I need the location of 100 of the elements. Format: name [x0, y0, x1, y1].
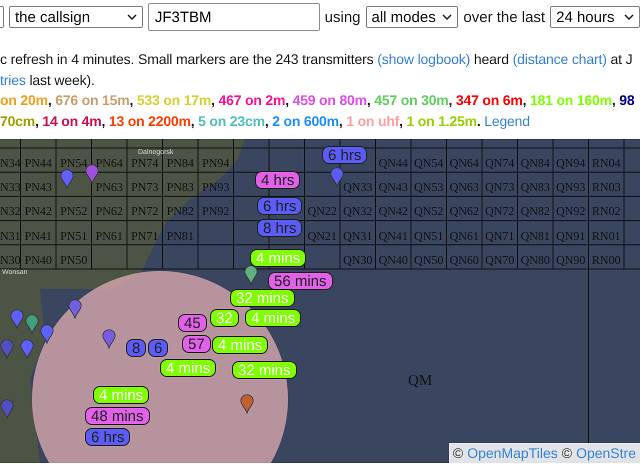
- grid-square-label: QN80: [520, 254, 550, 266]
- using-label: using: [324, 8, 360, 26]
- grid-square-label: QN61: [450, 230, 479, 242]
- grid-square-label: PN51: [60, 230, 88, 242]
- time-bubble[interactable]: 8 hrs: [257, 218, 302, 237]
- grid-square-label: PN43: [24, 181, 52, 194]
- grid-square-label: QN81: [520, 230, 550, 242]
- time-bubble[interactable]: 6 hrs: [257, 196, 302, 215]
- grid-square-label: QN53: [414, 181, 444, 194]
- grid-square-label: N33: [0, 181, 21, 194]
- grid-square-label: PN84: [166, 157, 194, 169]
- grid-square-label: N34: [0, 157, 21, 169]
- copyright-text: ©: [452, 444, 464, 461]
- grid-square-label: RN02: [592, 205, 621, 218]
- grid-square-label: PN94: [202, 157, 230, 169]
- grid-square-label: QN50: [414, 254, 444, 266]
- grid-square-label: QN71: [485, 230, 514, 242]
- grid-square-label: QN22: [308, 205, 337, 218]
- map-pin-icon[interactable]: [20, 338, 34, 359]
- info-text: c refresh in 4 minutes. Small markers are the 243 transmitters (show logbook) heard (distance chart) at J: [0, 50, 634, 69]
- grid-square-label: PN71: [131, 230, 158, 242]
- copyright-text: ©: [562, 444, 572, 461]
- grid-square-label: QN73: [485, 181, 514, 194]
- grid-square-label: N32: [0, 205, 21, 218]
- grid-square-label: QN63: [450, 181, 479, 194]
- grid-square-label: PN73: [131, 181, 158, 194]
- grid-square-label: RN04: [592, 157, 621, 169]
- time-bubble[interactable]: 48 mins: [85, 406, 150, 425]
- grid-square-label: PN62: [96, 205, 123, 218]
- map[interactable]: [0, 138, 640, 463]
- grid-square-label: QN32: [343, 205, 372, 218]
- grid-square-label: PN74: [131, 157, 158, 169]
- time-bubble[interactable]: 6 hrs: [85, 428, 130, 446]
- grid-square-label: PN61: [96, 230, 123, 242]
- grid-square-label: PN82: [166, 205, 194, 218]
- grid-square-label: N30: [0, 254, 21, 266]
- attribution-link[interactable]: OpenStre: [576, 444, 636, 461]
- grid-square-label: RN03: [592, 181, 621, 194]
- grid-square-label: PN63: [96, 181, 123, 194]
- grid-square-label: QN64: [450, 157, 479, 169]
- grid-square-label: PN42: [24, 205, 52, 218]
- grid-square-label: QN40: [378, 254, 408, 266]
- map-pin-icon[interactable]: [240, 394, 254, 414]
- link[interactable]: (distance chart): [512, 51, 607, 67]
- map-pin-icon[interactable]: [102, 328, 116, 349]
- grid-square-label: QN93: [556, 181, 586, 194]
- map-pin-icon[interactable]: [10, 308, 24, 329]
- grid-square-label: QN92: [556, 205, 586, 218]
- link[interactable]: Legend: [484, 113, 530, 130]
- grid-square-label: PN50: [60, 254, 88, 266]
- grid-square-label: PN93: [202, 181, 230, 194]
- grid-square-label: QN33: [343, 181, 372, 194]
- grid-square-label: PN40: [24, 254, 52, 266]
- grid-square-label: PN44: [24, 157, 52, 169]
- grid-square-label: QN30: [343, 254, 372, 266]
- grid-square-label: QN94: [556, 157, 586, 169]
- period-label: over the last: [463, 8, 546, 26]
- grid-square-label: QN91: [556, 230, 586, 242]
- grid-square-label: QN82: [520, 205, 550, 218]
- band-count-text: 70cm, 14 on 4m, 13 on 2200m, 5 on 23cm, 2 on 600m, 1 on uhf, 1 on 1.25m. Legend: [0, 112, 531, 132]
- grid-square-label: QN51: [414, 230, 444, 242]
- target-select[interactable]: the callsign: [9, 6, 143, 28]
- grid-square-label: QN90: [556, 254, 586, 266]
- map-pin-icon[interactable]: [60, 168, 74, 189]
- grid-square-label: QN41: [378, 230, 408, 242]
- map-pin-icon[interactable]: [40, 324, 54, 344]
- attribution-link[interactable]: OpenMapTiles: [467, 444, 558, 461]
- grid-square-label: PN72: [131, 205, 158, 218]
- grid-square-label: PN52: [60, 205, 88, 218]
- grid-square-label: PN54: [60, 157, 88, 169]
- caret-icon: [442, 14, 452, 20]
- grid-square-label: PN92: [202, 205, 230, 218]
- grid-square-label: QN43: [378, 181, 408, 194]
- mode-select[interactable]: all modes: [366, 6, 458, 28]
- callsign-input[interactable]: JF3TBM: [148, 3, 320, 31]
- grid-square-label: RN00: [592, 254, 621, 266]
- grid-square-label: N31: [0, 230, 21, 242]
- map-pin-icon[interactable]: [68, 298, 82, 319]
- grid-square-label: QN60: [450, 254, 479, 266]
- grid-square-label: PN41: [24, 230, 52, 242]
- time-bubble[interactable]: 56 mins: [268, 272, 333, 290]
- time-bubble[interactable]: 6 hrs: [322, 146, 368, 164]
- time-bubble[interactable]: 57: [182, 334, 211, 353]
- band-count-text: on 20m, 676 on 15m, 533 on 17m, 467 on 2m, 459 on 80m, 457 on 30m, 347 on 6m, 181 on 160m, 98: [0, 91, 636, 110]
- grid-square-label: QN31: [343, 230, 372, 242]
- map-pin-icon[interactable]: [330, 166, 344, 187]
- grid-square-label: PN83: [166, 181, 194, 194]
- grid-square-label: QN44: [378, 157, 408, 169]
- grid-square-label: QN21: [308, 230, 337, 242]
- grid-square-label: QN70: [485, 254, 514, 266]
- time-bubble[interactable]: 45: [178, 314, 207, 332]
- grid-square-label: QN72: [485, 205, 514, 218]
- link[interactable]: (show logbook): [377, 51, 470, 67]
- grid-square-label: PN64: [96, 157, 123, 169]
- period-select[interactable]: 24 hours: [550, 6, 640, 28]
- grid-square-label: QN42: [378, 205, 408, 218]
- link[interactable]: tries: [0, 72, 26, 88]
- map-pin-icon[interactable]: [25, 314, 39, 334]
- time-bubble[interactable]: 4 hrs: [255, 170, 300, 189]
- map-pin-icon[interactable]: [244, 264, 258, 285]
